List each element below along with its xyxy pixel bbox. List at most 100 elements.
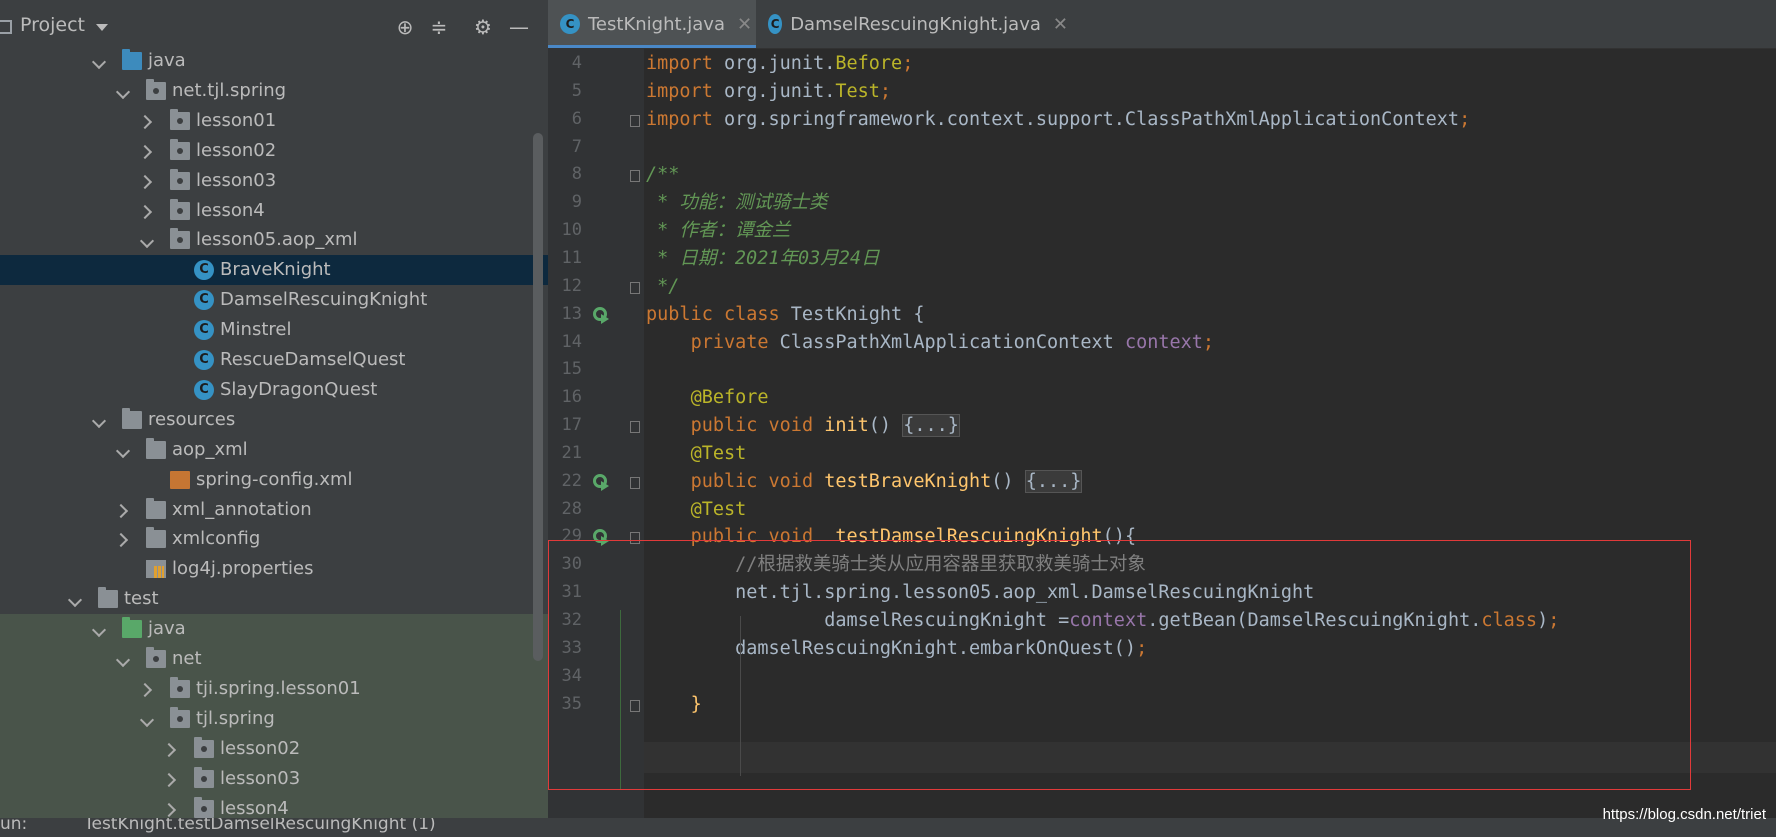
fold-marker-icon[interactable] xyxy=(630,699,640,712)
code-line[interactable]: 35 } xyxy=(548,691,1776,719)
fold-marker-icon[interactable] xyxy=(630,170,640,183)
code-line[interactable]: 16 @Before xyxy=(548,384,1776,412)
chevron-down-icon[interactable] xyxy=(140,225,154,255)
code-line[interactable]: 28 @Test xyxy=(548,496,1776,524)
tree-item[interactable]: lesson05.aop_xml xyxy=(0,225,548,255)
code-line[interactable]: 31 net.tjl.spring.lesson05.aop_xml.Damse… xyxy=(548,579,1776,607)
fold-marker-icon[interactable] xyxy=(630,281,640,294)
tree-item[interactable]: xmlconfig xyxy=(0,524,548,554)
tree-item[interactable]: lesson01 xyxy=(0,106,548,136)
tree-item[interactable]: java xyxy=(0,614,548,645)
tree-item[interactable]: lesson4 xyxy=(0,196,548,226)
chevron-down-icon[interactable] xyxy=(92,46,106,76)
code-token: ; xyxy=(1202,331,1215,353)
chevron-right-icon[interactable] xyxy=(116,495,130,525)
fold-marker-icon[interactable] xyxy=(630,476,640,489)
code-line[interactable]: 21 @Test xyxy=(548,440,1776,468)
code-line[interactable]: 33 damselRescuingKnight.embarkOnQuest(); xyxy=(548,635,1776,663)
package-icon xyxy=(170,706,190,728)
code-line[interactable]: 14 private ClassPathXmlApplicationContex… xyxy=(548,329,1776,357)
code-line[interactable]: 4 import org.junit.Before; xyxy=(548,50,1776,78)
chevron-down-icon[interactable] xyxy=(116,644,130,674)
code-line[interactable]: 32 damselRescuingKnight =context.getBean… xyxy=(548,607,1776,635)
project-scrollbar[interactable] xyxy=(533,133,543,661)
tree-item[interactable]: resources xyxy=(0,405,548,435)
chevron-right-icon[interactable] xyxy=(164,734,178,764)
tree-item[interactable]: net.tjl.spring xyxy=(0,76,548,106)
chevron-down-icon[interactable] xyxy=(116,435,130,465)
tree-item[interactable]: net xyxy=(0,644,548,674)
code-token: damselRescuingKnight.embarkOnQuest() xyxy=(646,637,1137,659)
project-panel: Project ⊕ ≑ ⚙ — java net.tjl.spring lesson… xyxy=(0,0,548,820)
chevron-right-icon[interactable] xyxy=(164,764,178,794)
chevron-down-icon[interactable] xyxy=(92,405,106,435)
code-line[interactable]: 15 xyxy=(548,356,1776,384)
code-line[interactable]: 6 import org.springframework.context.supp… xyxy=(548,106,1776,134)
code-line[interactable]: 5 import org.junit.Test; xyxy=(548,78,1776,106)
tree-item[interactable]: lesson03 xyxy=(0,763,548,794)
code-line[interactable]: 34 xyxy=(548,663,1776,691)
close-icon[interactable]: ✕ xyxy=(1053,14,1068,35)
chevron-right-icon[interactable] xyxy=(140,166,154,196)
close-icon[interactable]: ✕ xyxy=(737,14,752,35)
project-view-dropdown-icon[interactable] xyxy=(96,24,108,31)
chevron-right-icon[interactable] xyxy=(140,106,154,136)
tree-item[interactable]: C RescueDamselQuest xyxy=(0,345,548,375)
tree-item[interactable]: lesson02 xyxy=(0,136,548,166)
code-line[interactable]: 9 * 功能：测试骑士类 xyxy=(548,189,1776,217)
code-line[interactable]: 30 //根据救美骑士类从应用容器里获取救美骑士对象 xyxy=(548,551,1776,579)
chevron-right-icon[interactable] xyxy=(140,136,154,166)
chevron-down-icon[interactable] xyxy=(140,704,154,734)
fold-marker-icon[interactable] xyxy=(630,421,640,434)
run-test-icon[interactable] xyxy=(593,306,611,325)
project-title[interactable]: Project xyxy=(20,14,85,36)
tree-item[interactable]: test xyxy=(0,584,548,614)
hide-panel-icon[interactable]: — xyxy=(506,14,532,40)
fold-marker-icon[interactable] xyxy=(630,532,640,545)
chevron-right-icon[interactable] xyxy=(140,674,154,704)
tree-item[interactable]: C DamselRescuingKnight xyxy=(0,285,548,315)
code-line[interactable]: 29 public void testDamselRescuingKnight(… xyxy=(548,523,1776,551)
tab-testknight[interactable]: C TestKnight.java ✕ xyxy=(548,0,756,48)
tab-damselrescuingknight[interactable]: C DamselRescuingKnight.java ✕ xyxy=(768,0,1068,48)
tree-item[interactable]: lesson02 xyxy=(0,733,548,764)
tree-item[interactable]: log4j.properties xyxy=(0,554,548,584)
code-line[interactable]: 7 xyxy=(548,134,1776,162)
line-number: 4 xyxy=(571,53,582,73)
tree-item[interactable]: C SlayDragonQuest xyxy=(0,375,548,405)
chevron-down-icon[interactable] xyxy=(68,584,82,614)
code-line[interactable]: 12 */ xyxy=(548,273,1776,301)
tree-item[interactable]: C Minstrel xyxy=(0,315,548,345)
chevron-down-icon[interactable] xyxy=(92,614,106,644)
package-icon xyxy=(194,766,214,788)
code-line[interactable]: 13 public class TestKnight { xyxy=(548,301,1776,329)
tree-item[interactable]: lesson03 xyxy=(0,166,548,196)
code-line[interactable]: 22 public void testBraveKnight() {...} xyxy=(548,468,1776,496)
collapse-all-icon[interactable]: ≑ xyxy=(426,14,452,40)
tree-item[interactable]: tjl.spring xyxy=(0,703,548,734)
chevron-right-icon[interactable] xyxy=(164,794,178,821)
gear-icon[interactable]: ⚙ xyxy=(470,14,496,40)
chevron-right-icon[interactable] xyxy=(140,196,154,226)
tree-item[interactable]: C BraveKnight xyxy=(0,255,548,286)
run-config-label[interactable]: TestKnight.testDamselRescuingKnight (1) xyxy=(84,818,436,834)
run-test-icon[interactable] xyxy=(593,473,611,492)
tree-item[interactable]: xml_annotation xyxy=(0,495,548,525)
code-line[interactable]: 10 * 作者：谭金兰 xyxy=(548,217,1776,245)
code-token: org.junit. xyxy=(723,80,836,102)
run-test-icon[interactable] xyxy=(593,529,611,547)
tree-item[interactable]: aop_xml xyxy=(0,435,548,465)
tree-item[interactable]: spring-config.xml xyxy=(0,465,548,495)
fold-marker-icon[interactable] xyxy=(630,114,640,127)
code-line[interactable]: 8 /** xyxy=(548,161,1776,189)
tree-item[interactable]: java xyxy=(0,46,548,76)
tree-item[interactable]: tji.spring.lesson01 xyxy=(0,673,548,704)
tree-item[interactable]: lesson4 xyxy=(0,793,548,821)
code-line[interactable]: 11 * 日期：2021年03月24日 xyxy=(548,245,1776,273)
code-line[interactable]: 17 public void init() {...} xyxy=(548,412,1776,440)
chevron-down-icon[interactable] xyxy=(116,76,130,106)
tree-item-label: resources xyxy=(148,408,236,430)
locate-icon[interactable]: ⊕ xyxy=(392,14,418,40)
chevron-right-icon[interactable] xyxy=(116,524,130,554)
